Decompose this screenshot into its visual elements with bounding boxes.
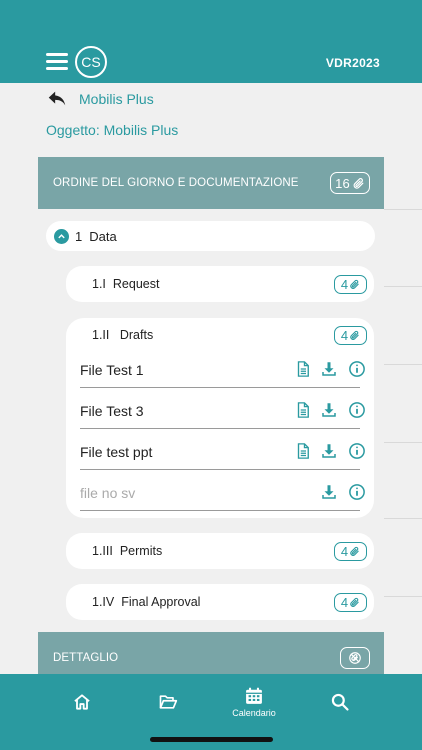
divider <box>384 518 422 519</box>
divider <box>384 442 422 443</box>
back-arrow-icon <box>48 91 66 106</box>
agenda-attachments-badge[interactable]: 16 <box>330 172 370 194</box>
subitem-count: 4 <box>340 595 349 610</box>
tab-home[interactable] <box>52 682 112 722</box>
download-icon[interactable] <box>320 360 338 378</box>
project-code: VDR2023 <box>325 56 380 70</box>
info-icon[interactable] <box>348 442 366 460</box>
subject-text: Oggetto: Mobilis Plus <box>46 122 179 138</box>
subitem-attachments-badge[interactable]: 4 <box>334 275 367 294</box>
subitem-label: Drafts <box>119 328 154 342</box>
agenda-item-number: 1 <box>75 228 83 244</box>
subitem-count: 4 <box>340 328 349 343</box>
subitem-label: Final Approval <box>121 595 201 609</box>
file-row[interactable]: File Test 3 <box>80 389 365 429</box>
subitem-number: 1.II <box>92 328 110 342</box>
divider <box>384 286 422 287</box>
agenda-count: 16 <box>335 175 350 191</box>
file-name: File Test 1 <box>80 362 144 378</box>
agenda-item-data[interactable]: 1 Data <box>46 221 375 251</box>
divider <box>384 209 422 210</box>
file-row[interactable]: File test ppt <box>80 430 365 470</box>
back-link[interactable]: Mobilis Plus <box>46 86 154 112</box>
tab-calendar[interactable]: Calendario <box>224 682 284 722</box>
paperclip-icon <box>350 279 359 289</box>
tab-search[interactable] <box>310 682 370 722</box>
divider <box>384 596 422 597</box>
home-indicator <box>150 737 273 742</box>
file-row[interactable]: File Test 1 <box>80 348 365 388</box>
subitem-attachments-badge[interactable]: 4 <box>334 326 367 345</box>
subitem-drafts[interactable]: 1.II Drafts 4 File Test 1 File Test 3 Fi… <box>66 318 374 518</box>
subitem-number: 1.IV <box>92 595 115 609</box>
paperclip-icon <box>350 330 359 340</box>
tab-documents[interactable] <box>138 682 198 722</box>
download-icon[interactable] <box>320 401 338 419</box>
subitem-request[interactable]: 1.I Request 4 <box>66 266 374 302</box>
divider <box>384 364 422 365</box>
agenda-item-label: Data <box>89 228 117 244</box>
search-icon <box>331 693 349 711</box>
subitem-label: Permits <box>119 544 163 558</box>
subitem-final-approval[interactable]: 1.IV Final Approval 4 <box>66 584 374 620</box>
file-name: file no sv <box>80 485 136 501</box>
subitem-label: Request <box>112 277 160 291</box>
paperclip-off-icon <box>349 652 361 664</box>
subitem-number: 1.I <box>92 277 106 291</box>
top-bar: CS VDR2023 <box>0 0 422 83</box>
subitem-attachments-badge[interactable]: 4 <box>334 593 367 612</box>
download-icon[interactable] <box>320 483 338 501</box>
menu-icon[interactable] <box>46 53 68 70</box>
agenda-header[interactable]: ORDINE DEL GIORNO E DOCUMENTAZIONE 16 <box>38 157 384 209</box>
agenda-title: ORDINE DEL GIORNO E DOCUMENTAZIONE <box>53 177 299 189</box>
subitem-attachments-badge[interactable]: 4 <box>334 542 367 561</box>
no-attachments-badge[interactable] <box>340 647 370 669</box>
back-link-label: Mobilis Plus <box>79 91 154 107</box>
file-name: File Test 3 <box>80 403 144 419</box>
subitem-count: 4 <box>340 277 349 292</box>
avatar[interactable]: CS <box>75 46 107 78</box>
paperclip-icon <box>353 177 364 189</box>
info-icon[interactable] <box>348 360 366 378</box>
subitem-count: 4 <box>340 544 349 559</box>
tab-calendar-label: Calendario <box>232 708 276 718</box>
subitem-permits[interactable]: 1.III Permits 4 <box>66 533 374 569</box>
detail-title: DETTAGLIO <box>53 652 119 664</box>
file-row[interactable]: file no sv <box>80 471 365 511</box>
subitem-number: 1.III <box>92 544 113 558</box>
home-icon <box>74 694 90 710</box>
file-name: File test ppt <box>80 444 153 460</box>
document-icon[interactable] <box>294 442 312 460</box>
calendar-icon <box>246 687 262 704</box>
info-icon[interactable] <box>348 401 366 419</box>
folder-open-icon <box>159 695 178 709</box>
chevron-up-icon[interactable] <box>54 228 69 244</box>
document-icon[interactable] <box>294 401 312 419</box>
paperclip-icon <box>350 597 359 607</box>
download-icon[interactable] <box>320 442 338 460</box>
info-icon[interactable] <box>348 483 366 501</box>
paperclip-icon <box>350 546 359 556</box>
document-icon[interactable] <box>294 360 312 378</box>
